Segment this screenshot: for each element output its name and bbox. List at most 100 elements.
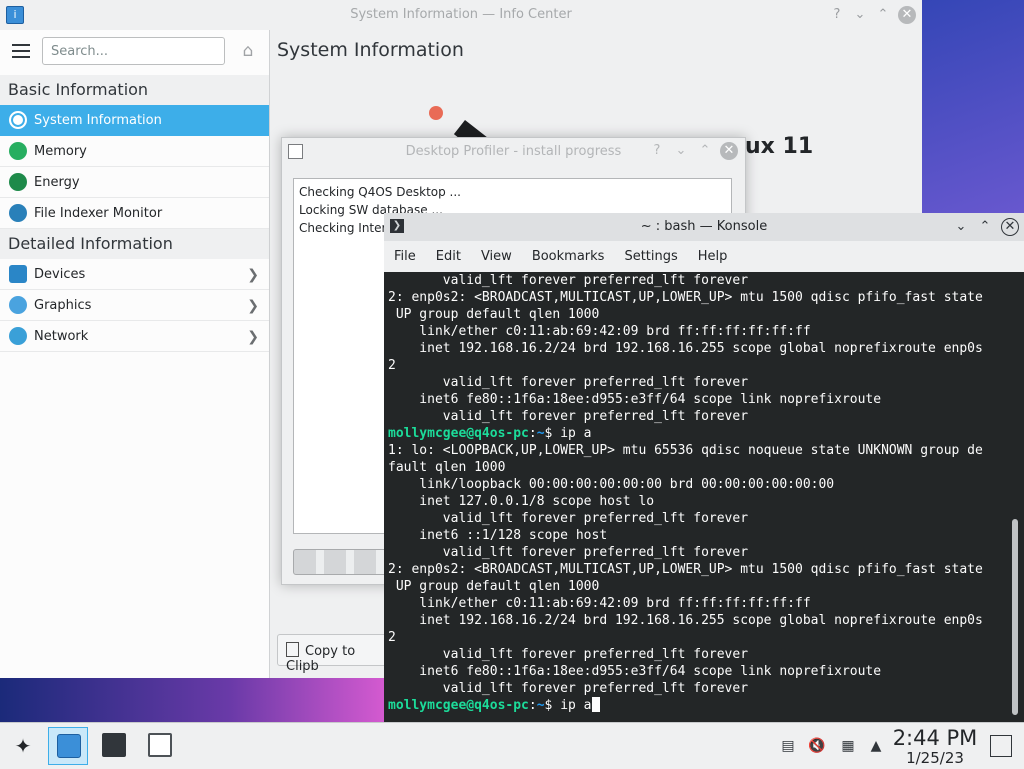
application-launcher-icon[interactable]: ✦ <box>10 733 36 759</box>
sidebar-item-label: Devices <box>34 266 86 282</box>
section-detailed-information: Detailed Information <box>0 229 269 259</box>
sidebar-item-devices[interactable]: Devices ❯ <box>0 259 269 290</box>
sidebar-toolbar: Search... ⌂ <box>0 30 269 75</box>
terminal-line: valid_lft forever preferred_lft forever <box>388 273 749 288</box>
help-button[interactable]: ? <box>648 142 666 160</box>
konsole-title: ~ : bash — Konsole <box>640 219 768 234</box>
maximize-button[interactable]: ⌃ <box>976 218 994 236</box>
terminal-output[interactable]: valid_lft forever preferred_lft forever 2… <box>384 272 1010 722</box>
minimize-button[interactable]: ⌄ <box>672 142 690 160</box>
help-button[interactable]: ? <box>828 6 846 24</box>
copy-icon <box>286 642 299 657</box>
sidebar-item-file-indexer-monitor[interactable]: File Indexer Monitor <box>0 198 269 229</box>
terminal-prompt-line: mollymcgee@q4os-pc:~$ ip a <box>384 425 1010 442</box>
terminal-line: valid_lft forever preferred_lft forever <box>388 545 749 560</box>
home-icon[interactable]: ⌂ <box>238 41 258 61</box>
sidebar-item-energy[interactable]: Energy <box>0 167 269 198</box>
terminal-scrollbar[interactable] <box>1012 519 1018 715</box>
clipboard-icon[interactable]: ▤ <box>779 737 797 755</box>
minimize-button[interactable]: ⌄ <box>952 218 970 236</box>
sidebar-item-label: File Indexer Monitor <box>34 205 163 221</box>
clock-time[interactable]: 2:44 PM <box>890 726 980 750</box>
chevron-right-icon: ❯ <box>247 329 259 345</box>
menu-view[interactable]: View <box>471 249 522 264</box>
menu-bookmarks[interactable]: Bookmarks <box>522 249 615 264</box>
menu-settings[interactable]: Settings <box>614 249 687 264</box>
window-title: System Information — Info Center <box>350 7 572 22</box>
os-name: ux 11 <box>745 134 814 159</box>
terminal-line: valid_lft forever preferred_lft forever <box>388 647 749 662</box>
audio-muted-icon[interactable]: 🔇 <box>808 737 826 755</box>
sidebar-item-label: System Information <box>34 112 162 128</box>
copy-to-clipboard-button[interactable]: Copy to Clipb <box>277 634 387 674</box>
terminal-line: inet 127.0.0.1/8 scope host lo <box>388 494 655 509</box>
sidebar-item-label: Energy <box>34 174 80 190</box>
konsole-menubar: File Edit View Bookmarks Settings Help <box>384 241 1024 272</box>
terminal-line: UP group default qlen 1000 <box>388 579 600 594</box>
sidebar-item-graphics[interactable]: Graphics ❯ <box>0 290 269 321</box>
prompt-user: mollymcgee@q4os-pc <box>388 698 529 713</box>
prompt-separator: : <box>528 698 537 713</box>
expand-tray-icon[interactable]: ▲ <box>867 737 885 755</box>
prompt-path: ~ <box>536 426 545 441</box>
terminal-line: 2: enp0s2: <BROADCAST,MULTICAST,UP,LOWER… <box>388 290 983 305</box>
sidebar-item-memory[interactable]: Memory <box>0 136 269 167</box>
section-basic-information: Basic Information <box>0 75 269 105</box>
chevron-right-icon: ❯ <box>247 267 259 283</box>
terminal-line: inet6 fe80::1f6a:18ee:d955:e3ff/64 scope… <box>388 392 882 407</box>
log-line: Checking Q4OS Desktop ... <box>299 185 461 199</box>
close-button[interactable]: ✕ <box>720 142 738 160</box>
network-wired-icon[interactable]: ▦ <box>839 737 857 755</box>
terminal-line: link/ether c0:11:ab:69:42:09 brd ff:ff:f… <box>388 324 811 339</box>
sidebar-item-network[interactable]: Network ❯ <box>0 321 269 352</box>
close-button[interactable]: ✕ <box>898 6 916 24</box>
search-input[interactable]: Search... <box>42 37 225 65</box>
terminal-line: inet 192.168.16.2/24 brd 192.168.16.255 … <box>388 613 983 628</box>
sidebar-item-label: Memory <box>34 143 87 159</box>
terminal-line: 2 <box>388 358 396 373</box>
info-icon <box>9 111 27 129</box>
prompt-separator: : <box>528 426 537 441</box>
chevron-right-icon: ❯ <box>247 298 259 314</box>
info-center-task[interactable] <box>48 727 88 765</box>
close-button[interactable]: ✕ <box>1001 218 1019 236</box>
terminal-line: UP group default qlen 1000 <box>388 307 600 322</box>
terminal-line: inet6 fe80::1f6a:18ee:d955:e3ff/64 scope… <box>388 664 882 679</box>
konsole-titlebar[interactable]: ❯ ~ : bash — Konsole ⌄ ⌃ ✕ <box>384 213 1024 241</box>
sidebar-item-system-information[interactable]: System Information <box>0 105 269 136</box>
terminal-prompt-line: mollymcgee@q4os-pc:~$ ip a <box>384 697 1010 714</box>
sidebar: Search... ⌂ Basic Information System Inf… <box>0 30 270 678</box>
info-center-titlebar[interactable]: i System Information — Info Center ? ⌄ ⌃… <box>0 0 922 30</box>
prompt-command: $ ip a <box>544 698 592 713</box>
graphics-icon <box>9 296 27 314</box>
menu-edit[interactable]: Edit <box>426 249 471 264</box>
maximize-button[interactable]: ⌃ <box>696 142 714 160</box>
terminal-line: link/ether c0:11:ab:69:42:09 brd ff:ff:f… <box>388 596 811 611</box>
minimize-button[interactable]: ⌄ <box>851 6 869 24</box>
hamburger-menu-icon[interactable] <box>12 44 30 58</box>
sidebar-item-label: Graphics <box>34 297 92 313</box>
terminal-line: 2 <box>388 630 396 645</box>
terminal-line: inet 192.168.16.2/24 brd 192.168.16.255 … <box>388 341 983 356</box>
network-icon <box>9 327 27 345</box>
info-icon <box>57 734 81 758</box>
desktop-profiler-task[interactable] <box>140 727 180 765</box>
clock-date[interactable]: 1/25/23 <box>890 749 980 767</box>
terminal-line: 1: lo: <LOOPBACK,UP,LOWER_UP> mtu 65536 … <box>388 443 983 458</box>
terminal-cursor <box>591 697 600 712</box>
terminal-line: 2: enp0s2: <BROADCAST,MULTICAST,UP,LOWER… <box>388 562 983 577</box>
konsole-task[interactable] <box>94 727 134 765</box>
memory-icon <box>9 142 27 160</box>
taskbar: ✦ ▤ 🔇 ▦ ▲ 2:44 PM 1/25/23 <box>0 722 1024 769</box>
file-indexer-icon <box>9 204 27 222</box>
terminal-line: valid_lft forever preferred_lft forever <box>388 511 749 526</box>
menu-help[interactable]: Help <box>688 249 738 264</box>
wallpaper-strip <box>0 678 384 722</box>
menu-file[interactable]: File <box>384 249 426 264</box>
page-title: System Information <box>277 39 464 61</box>
prompt-user: mollymcgee@q4os-pc <box>388 426 529 441</box>
prompt-path: ~ <box>536 698 545 713</box>
show-desktop-icon[interactable] <box>990 735 1012 757</box>
maximize-button[interactable]: ⌃ <box>874 6 892 24</box>
prompt-command: $ ip a <box>544 426 592 441</box>
